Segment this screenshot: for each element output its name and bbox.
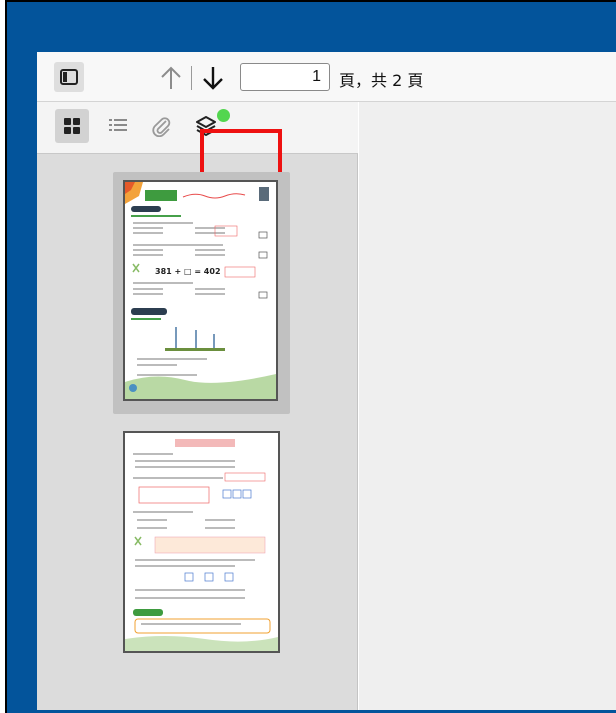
sidebar-tab-bar xyxy=(37,102,358,154)
thumbnail-image-1: 381 + □ = 402 xyxy=(123,180,278,401)
layers-badge xyxy=(217,109,230,122)
thumbnail-equation: 381 + □ = 402 xyxy=(155,267,221,276)
previous-page-button[interactable] xyxy=(155,62,187,94)
tab-attachments[interactable] xyxy=(144,109,178,143)
thumbnail-page-1[interactable]: 381 + □ = 402 xyxy=(113,172,290,414)
thumbnail-page-2[interactable] xyxy=(123,431,280,653)
page-count-label: 頁，共 2 頁 xyxy=(339,71,424,90)
viewer-toolbar: 頁，共 2 頁 xyxy=(37,52,616,102)
outline-icon xyxy=(109,119,127,131)
paperclip-icon xyxy=(152,117,171,137)
pdf-viewer-window: 頁，共 2 頁 xyxy=(7,2,616,713)
sidebar-toggle-button[interactable] xyxy=(54,62,84,92)
next-page-button[interactable] xyxy=(197,62,229,94)
page-number-input[interactable] xyxy=(240,63,330,91)
document-view-area[interactable] xyxy=(359,102,616,713)
tab-thumbnails[interactable] xyxy=(55,109,89,143)
thumbnails-icon xyxy=(64,118,80,134)
title-bar xyxy=(7,2,616,52)
toolbar-separator xyxy=(191,66,192,90)
window-left-edge xyxy=(7,52,37,713)
thumbnail-image-2 xyxy=(125,439,278,651)
arrow-down-icon xyxy=(203,67,223,90)
sidebar-toggle-icon xyxy=(60,69,78,85)
tab-outline[interactable] xyxy=(101,109,135,143)
arrow-up-icon xyxy=(161,66,181,89)
sidebar-panel: 381 + □ = 402 xyxy=(37,102,358,713)
